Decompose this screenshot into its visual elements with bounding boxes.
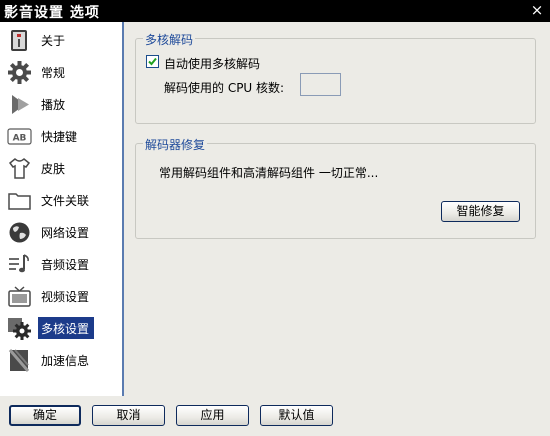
tshirt-icon	[7, 156, 32, 181]
title-bar: 影音设置 选项 ×	[0, 0, 550, 22]
dialog-button-bar: 确定 取消 应用 默认值	[0, 396, 550, 436]
multicore-group: 多核解码 自动使用多核解码 解码使用的 CPU 核数:	[135, 31, 536, 124]
sidebar-item-network[interactable]: 网络设置	[2, 217, 122, 247]
sidebar-item-file-association[interactable]: 文件关联	[2, 185, 122, 215]
gear-icon	[7, 60, 32, 85]
svg-text:AB: AB	[13, 134, 27, 144]
info-book-icon	[7, 28, 32, 53]
sidebar: 关于 常规 播放 AB 快捷键 皮肤 文件关联 网络设置 音频设置 视频设置 多…	[0, 22, 124, 396]
close-icon[interactable]: ×	[528, 1, 546, 19]
sidebar-item-label: 文件关联	[41, 194, 90, 208]
cpu-cores-label: 解码使用的 CPU 核数:	[164, 81, 285, 95]
play-arrow-icon	[7, 92, 32, 117]
sidebar-item-label: 多核设置	[41, 322, 90, 336]
sidebar-item-about[interactable]: 关于	[2, 25, 122, 55]
sidebar-item-label: 关于	[41, 34, 66, 48]
decoder-status-text: 常用解码组件和高清解码组件 一切正常...	[159, 166, 379, 180]
sidebar-item-label: 播放	[41, 98, 66, 112]
sidebar-item-label: 加速信息	[41, 354, 90, 368]
folder-icon	[7, 188, 32, 213]
sidebar-item-hotkeys[interactable]: AB 快捷键	[2, 121, 122, 151]
cpu-cores-input[interactable]	[300, 73, 341, 96]
smart-repair-button[interactable]: 智能修复	[441, 201, 520, 222]
keyboard-key-icon: AB	[7, 124, 32, 149]
sidebar-item-label: 网络设置	[41, 226, 90, 240]
group-legend: 解码器修复	[143, 136, 208, 153]
cpu-gears-icon	[7, 316, 32, 341]
sidebar-item-skin[interactable]: 皮肤	[2, 153, 122, 183]
apply-button[interactable]: 应用	[176, 405, 249, 426]
window-title: 影音设置 选项	[4, 5, 100, 21]
auto-multicore-checkbox[interactable]	[146, 55, 159, 68]
cancel-button[interactable]: 取消	[92, 405, 165, 426]
sidebar-item-label: 音频设置	[41, 258, 90, 272]
decoder-repair-group: 解码器修复 常用解码组件和高清解码组件 一切正常... 智能修复	[135, 136, 536, 239]
check-icon	[148, 57, 157, 66]
sidebar-item-label: 视频设置	[41, 290, 90, 304]
defaults-button[interactable]: 默认值	[260, 405, 333, 426]
tv-icon	[7, 284, 32, 309]
sidebar-item-label: 皮肤	[41, 162, 66, 176]
sidebar-item-audio[interactable]: 音频设置	[2, 249, 122, 279]
sidebar-item-label: 快捷键	[41, 130, 78, 144]
acceleration-icon	[7, 348, 32, 373]
sidebar-item-acceleration[interactable]: 加速信息	[2, 345, 122, 375]
sidebar-item-video[interactable]: 视频设置	[2, 281, 122, 311]
ok-button[interactable]: 确定	[9, 405, 81, 426]
sidebar-item-playback[interactable]: 播放	[2, 89, 122, 119]
sidebar-item-label: 常规	[41, 66, 66, 80]
auto-multicore-label[interactable]: 自动使用多核解码	[164, 55, 260, 72]
sidebar-item-multicore[interactable]: 多核设置	[2, 313, 122, 343]
music-note-icon	[7, 252, 32, 277]
sidebar-item-general[interactable]: 常规	[2, 57, 122, 87]
group-legend: 多核解码	[143, 31, 196, 48]
globe-icon	[7, 220, 32, 245]
